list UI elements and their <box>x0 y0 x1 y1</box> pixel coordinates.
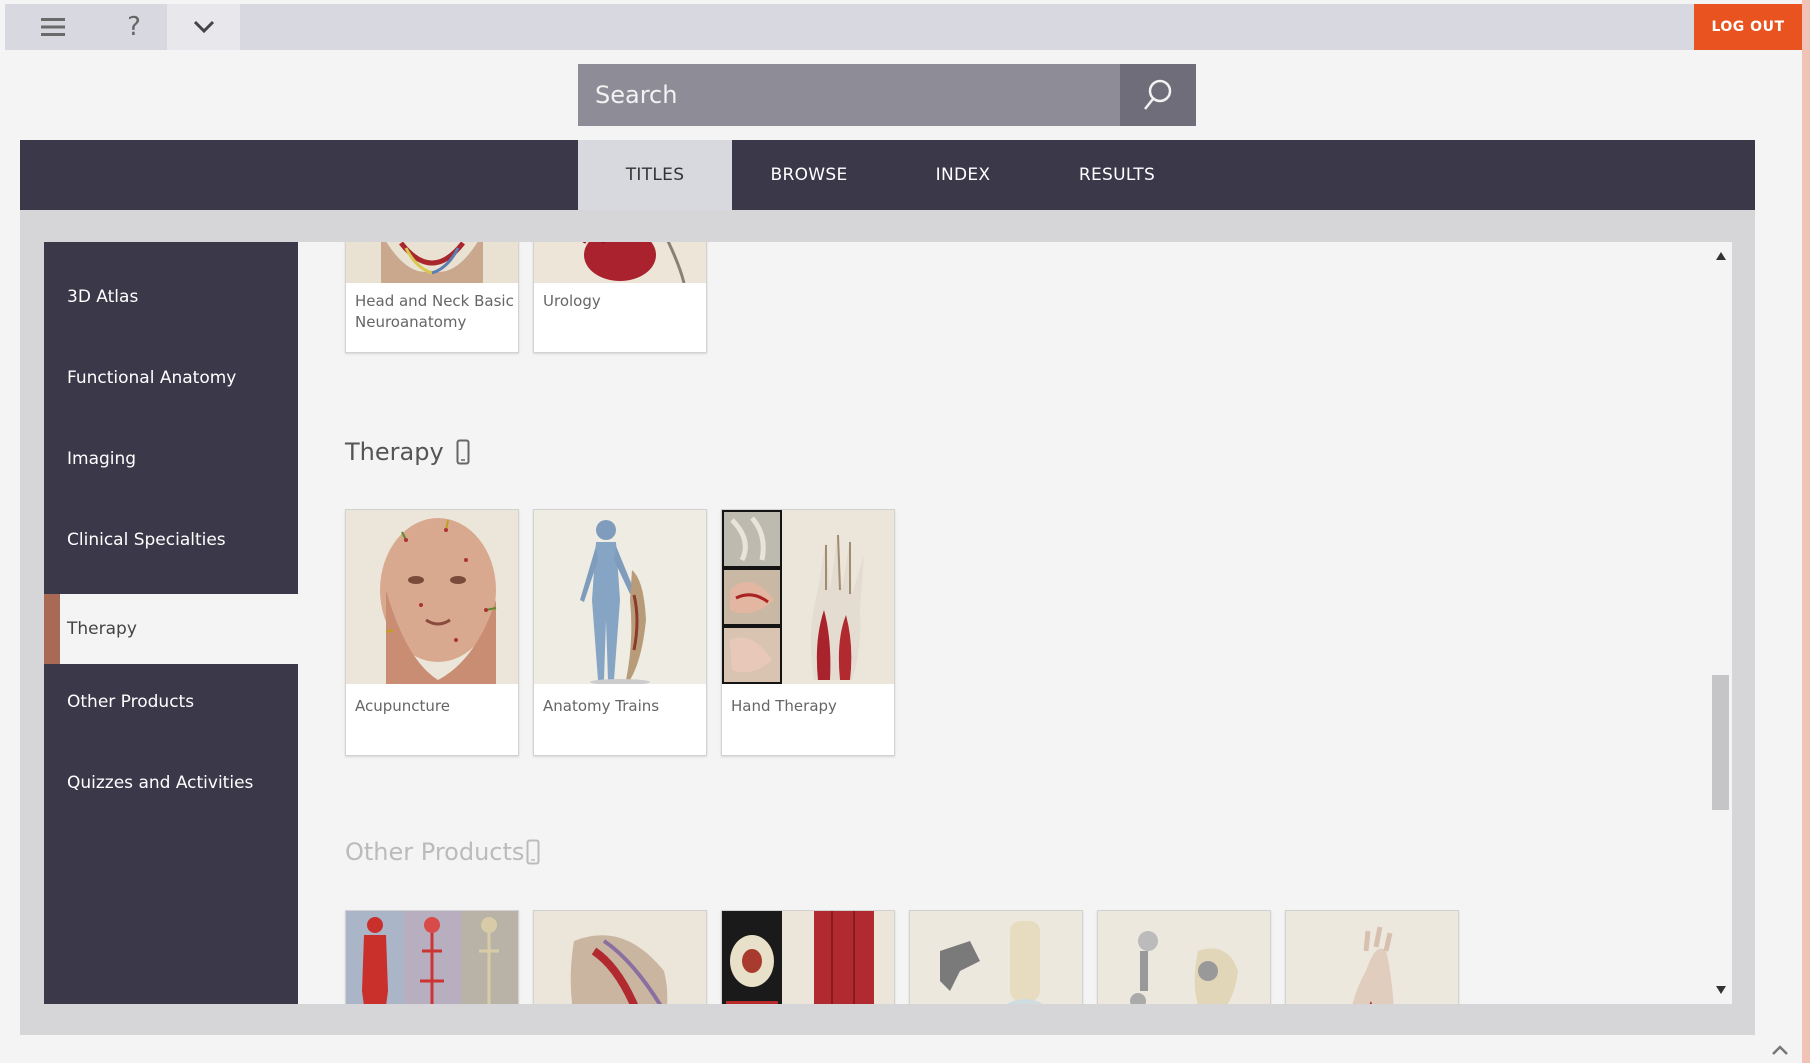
sidebar-item-therapy[interactable]: Therapy <box>44 594 298 664</box>
scroll-up-button[interactable] <box>1711 248 1731 264</box>
chevron-down-icon <box>193 20 214 34</box>
sidebar-item-label: 3D Atlas <box>67 287 139 307</box>
hamburger-icon <box>41 18 65 36</box>
product-card-6[interactable] <box>1285 910 1459 1004</box>
triangle-down-icon <box>1716 986 1726 994</box>
mobile-device-icon <box>526 839 540 865</box>
anatomy-trains-thumbnail <box>534 510 706 684</box>
mobile-device-icon <box>456 439 470 465</box>
sidebar-item-label: Imaging <box>67 449 137 469</box>
title-card-anatomy-trains[interactable]: Anatomy Trains <box>533 509 707 756</box>
product-thumbnail <box>346 911 518 1004</box>
search-button[interactable] <box>1120 64 1196 126</box>
card-title: Urology <box>543 292 601 310</box>
title-card-acupuncture[interactable]: Acupuncture <box>345 509 519 756</box>
page-scroll-up-button[interactable] <box>1758 1036 1802 1063</box>
main-nav: TITLES BROWSE INDEX RESULTS <box>20 140 1755 210</box>
sidebar-item-3d-atlas[interactable]: 3D Atlas <box>44 262 298 332</box>
hand-therapy-thumbnail <box>722 510 894 684</box>
product-thumbnail <box>1098 911 1270 1004</box>
section-title-therapy: Therapy <box>345 438 444 466</box>
card-title: Anatomy Trains <box>543 697 660 715</box>
card-title: Hand Therapy <box>731 697 837 715</box>
content-scrollbar[interactable] <box>1710 242 1732 1004</box>
section-title-other-products: Other Products <box>345 838 525 866</box>
acupuncture-thumbnail <box>346 510 518 684</box>
product-thumbnail <box>534 911 706 1004</box>
sidebar-item-label: Clinical Specialties <box>67 530 226 550</box>
category-sidebar: 3D Atlas Functional Anatomy Imaging Clin… <box>44 242 298 1004</box>
scrollbar-thumb[interactable] <box>1712 675 1729 810</box>
title-card-hand-therapy[interactable]: Hand Therapy <box>721 509 895 756</box>
title-card-head-neck[interactable]: Head and Neck Basic Neuroanatomy <box>345 242 519 353</box>
card-title: Acupuncture <box>355 697 450 715</box>
tab-titles[interactable]: TITLES <box>578 140 732 210</box>
sidebar-item-clinical-specialties[interactable]: Clinical Specialties <box>44 505 298 575</box>
product-thumbnail <box>910 911 1082 1004</box>
sidebar-item-imaging[interactable]: Imaging <box>44 424 298 494</box>
sidebar-item-other-products[interactable]: Other Products <box>44 667 298 737</box>
title-card-urology[interactable]: Urology <box>533 242 707 353</box>
card-title: Head and Neck Basic Neuroanatomy <box>355 292 514 331</box>
product-card-4[interactable] <box>909 910 1083 1004</box>
search-icon <box>1144 79 1172 110</box>
product-thumbnail <box>1286 911 1458 1004</box>
product-card-3[interactable] <box>721 910 895 1004</box>
product-card-5[interactable] <box>1097 910 1271 1004</box>
chevron-up-icon <box>1772 1044 1788 1055</box>
menu-button[interactable] <box>5 4 101 50</box>
urology-thumbnail <box>534 242 706 283</box>
help-button[interactable]: ? <box>101 4 167 50</box>
tab-browse[interactable]: BROWSE <box>732 140 886 210</box>
scroll-down-button[interactable] <box>1711 982 1731 998</box>
more-dropdown-button[interactable] <box>167 4 240 50</box>
sidebar-item-label: Other Products <box>67 692 195 712</box>
triangle-up-icon <box>1716 252 1726 260</box>
tab-results[interactable]: RESULTS <box>1040 140 1194 210</box>
sidebar-item-functional-anatomy[interactable]: Functional Anatomy <box>44 343 298 413</box>
tab-index[interactable]: INDEX <box>886 140 1040 210</box>
sidebar-item-quizzes-and-activities[interactable]: Quizzes and Activities <box>44 748 298 818</box>
product-thumbnail <box>722 911 894 1004</box>
product-card-1[interactable] <box>345 910 519 1004</box>
product-card-2[interactable] <box>533 910 707 1004</box>
sidebar-item-label: Quizzes and Activities <box>67 773 254 793</box>
sidebar-item-label: Therapy <box>67 619 137 639</box>
window-edge <box>1802 0 1810 1063</box>
help-icon: ? <box>127 12 141 42</box>
top-bar: ? LOG OUT <box>5 4 1802 50</box>
head-neck-thumbnail <box>346 242 518 283</box>
search-bar <box>578 64 1196 126</box>
search-input[interactable] <box>578 64 1120 126</box>
logout-button[interactable]: LOG OUT <box>1694 4 1802 50</box>
titles-content: Head and Neck Basic Neuroanatomy Urology… <box>298 242 1713 1004</box>
sidebar-item-label: Functional Anatomy <box>67 368 237 388</box>
